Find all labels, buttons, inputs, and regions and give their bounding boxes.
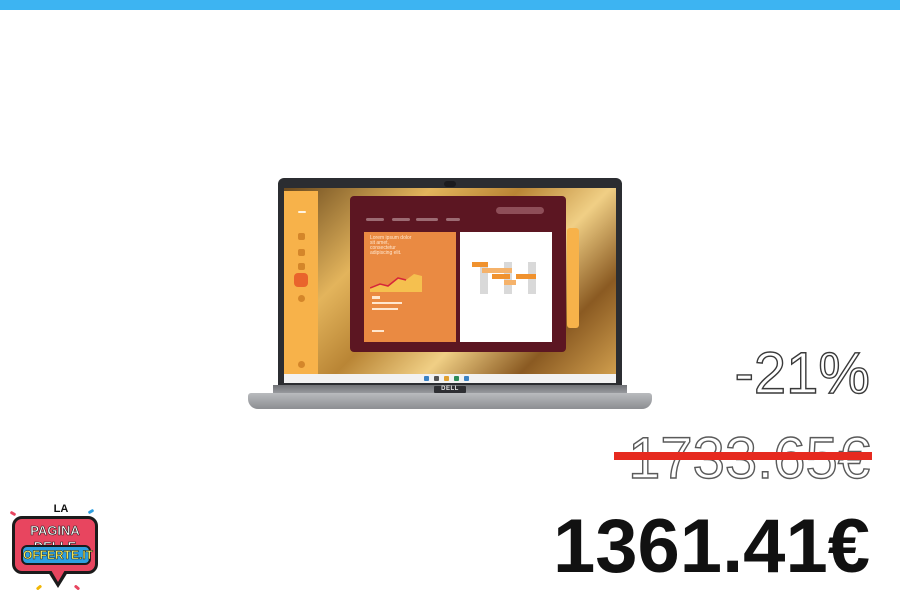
- brand-logo-top: LA: [53, 503, 69, 515]
- laptop-lid: Lorem ipsum dolor sit amet, consectetur …: [278, 178, 622, 385]
- sparkle-decoration: [9, 510, 17, 517]
- screen-orange-card: Lorem ipsum dolor sit amet, consectetur …: [364, 232, 456, 342]
- screen-tool-strip: [567, 228, 579, 328]
- sparkle-decoration: [73, 584, 81, 591]
- active-app-icon: [294, 273, 308, 287]
- laptop-product-image: Lorem ipsum dolor sit amet, consectetur …: [248, 178, 652, 418]
- brand-logo-line2: OFFERTE.IT: [23, 548, 94, 563]
- card-line: [372, 330, 384, 332]
- laptop-screen: Lorem ipsum dolor sit amet, consectetur …: [284, 188, 616, 383]
- dell-logo-text: DELL: [441, 386, 459, 392]
- taskbar-icon: [444, 376, 449, 381]
- screen-white-card: [460, 232, 552, 342]
- webcam: [444, 181, 456, 187]
- nav-pill: [446, 218, 460, 221]
- laptop-base: [248, 393, 652, 409]
- screen-bar-tag: [516, 274, 536, 279]
- sparkle-decoration: [87, 508, 95, 515]
- dell-logo: DELL: [434, 386, 466, 393]
- screen-bar-tag: [504, 280, 516, 285]
- screen-bar-tag: [472, 262, 488, 267]
- top-accent-bar: [0, 0, 900, 10]
- strikethrough-line: [614, 452, 872, 460]
- taskbar-icon: [424, 376, 429, 381]
- brand-logo: LA PAGINA DELLE OFFERTE.IT: [9, 502, 100, 596]
- discount-percentage: -21%: [734, 340, 871, 406]
- new-price: 1361.41€: [553, 504, 870, 589]
- nav-pill: [366, 218, 384, 221]
- nav-pill: [416, 218, 438, 221]
- settings-icon: [298, 361, 305, 368]
- card-line: [372, 302, 402, 304]
- sparkle-decoration: [35, 584, 43, 591]
- gear-icon: [298, 295, 305, 302]
- nav-pill: [392, 218, 410, 221]
- taskbar-icon: [464, 376, 469, 381]
- speech-bubble-tail-fill: [51, 570, 65, 582]
- screen-bar-tag: [482, 268, 512, 273]
- taskbar-icon: [434, 376, 439, 381]
- card-line: [372, 296, 380, 299]
- speech-bubble: PAGINA DELLE OFFERTE.IT: [12, 516, 98, 574]
- screen-bar-tag: [492, 274, 510, 279]
- triangle-icon: [298, 233, 305, 240]
- star-icon: [298, 263, 305, 270]
- search-pill: [496, 207, 544, 214]
- menu-icon: [298, 211, 306, 213]
- screen-card-text: Lorem ipsum dolor sit amet, consectetur …: [370, 235, 412, 256]
- screen-app-window: Lorem ipsum dolor sit amet, consectetur …: [350, 196, 566, 352]
- screen-mini-chart: [370, 274, 422, 292]
- taskbar-icon: [454, 376, 459, 381]
- brand-logo-banner: OFFERTE.IT: [21, 545, 94, 565]
- chart-icon: [298, 249, 305, 256]
- screen-taskbar: [284, 374, 616, 383]
- screen-app-sidebar: [284, 191, 318, 374]
- card-line: [372, 308, 398, 310]
